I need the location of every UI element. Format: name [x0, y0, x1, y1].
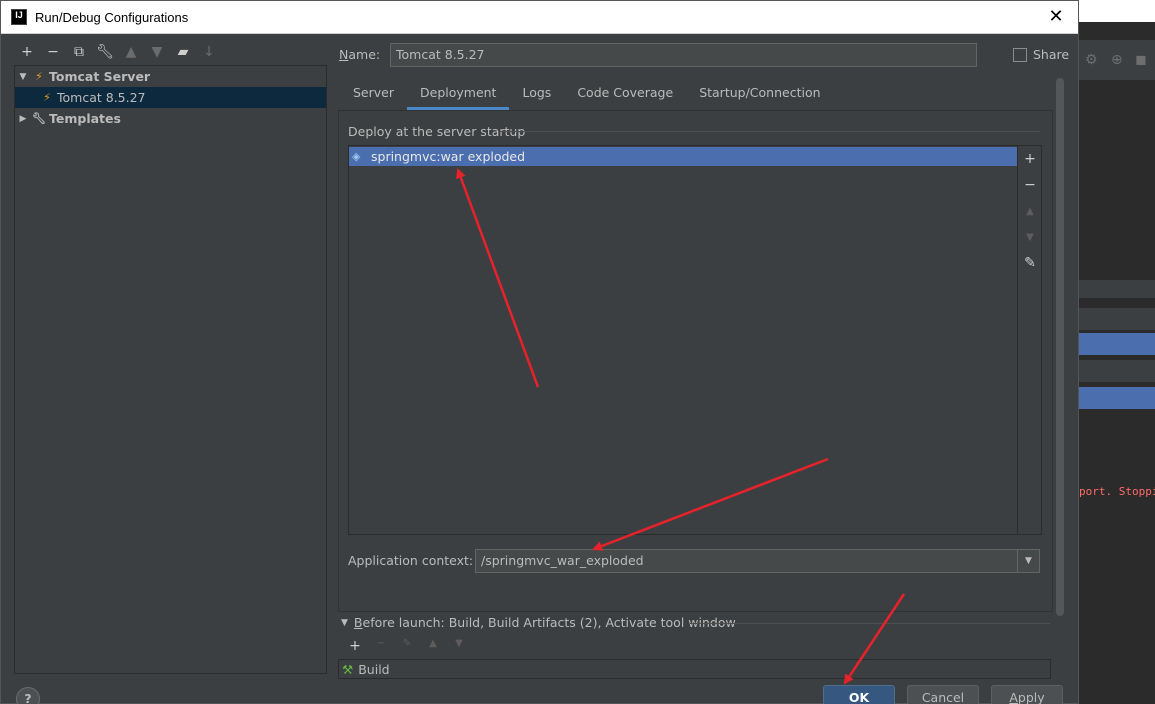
artifact-icon: ◈ — [352, 150, 361, 163]
tree-item-templates[interactable]: ▶ 🔧︎ Templates — [15, 108, 326, 129]
name-input[interactable]: Tomcat 8.5.27 — [390, 43, 977, 67]
background-titlebar — [1079, 0, 1155, 22]
remove-icon[interactable]: − — [368, 638, 394, 654]
group-divider — [500, 131, 1040, 132]
remove-icon[interactable]: − — [40, 44, 66, 60]
before-launch-label: Before launch: Build, Build Artifacts (2… — [353, 615, 736, 630]
stop-icon: ◼ — [1135, 52, 1147, 68]
chevron-down-icon[interactable]: ▼ — [1017, 550, 1039, 572]
move-down-icon[interactable]: ▼ — [1018, 232, 1042, 243]
edit-icon[interactable]: ✎ — [1018, 255, 1042, 271]
config-tabs: Server Deployment Logs Code Coverage Sta… — [340, 80, 834, 110]
wrench-icon[interactable]: 🔧︎ — [92, 44, 118, 60]
close-icon[interactable]: ✕ — [1046, 6, 1066, 27]
tomcat-icon: ⚡ — [35, 70, 43, 83]
apply-button[interactable]: Apply — [991, 685, 1063, 704]
intellij-icon: IJ — [11, 9, 27, 25]
tab-deployment[interactable]: Deployment — [407, 80, 510, 110]
tree-item-label: Tomcat Server — [49, 69, 151, 84]
before-launch-list[interactable]: ⚒ Build — [338, 659, 1051, 679]
tab-code-coverage[interactable]: Code Coverage — [564, 80, 686, 110]
share-checkbox[interactable]: Share — [1013, 47, 1069, 62]
cancel-button[interactable]: Cancel — [907, 685, 979, 704]
config-toolbar: + − ⧉ 🔧︎ ▲ ▼ ▰ ↓ — [14, 42, 222, 62]
tomcat-icon: ⚡ — [43, 91, 51, 104]
tree-item-tomcat-config[interactable]: ⚡ Tomcat 8.5.27 — [15, 87, 326, 108]
remove-icon[interactable]: − — [1018, 177, 1042, 193]
list-item[interactable]: ◈ springmvc:war exploded — [349, 147, 1017, 166]
settings-icon: ⚙ — [1085, 52, 1098, 68]
add-icon[interactable]: + — [14, 44, 40, 60]
tree-item-label: Templates — [49, 111, 121, 126]
move-up-icon[interactable]: ▲ — [420, 638, 446, 654]
background-ide: ⚙ ⊕ ◼ port. Stoppin — [1079, 0, 1155, 704]
dialog-title: Run/Debug Configurations — [35, 9, 189, 25]
add-icon[interactable]: + — [1018, 151, 1042, 167]
tab-startup-connection[interactable]: Startup/Connection — [686, 80, 833, 110]
add-icon[interactable]: + — [342, 638, 368, 654]
background-selection — [1079, 333, 1155, 355]
background-toolbar: ⚙ ⊕ ◼ — [1079, 40, 1155, 80]
tree-item-tomcat-server[interactable]: ▼ ⚡ Tomcat Server — [15, 66, 326, 87]
background-selection — [1079, 387, 1155, 409]
background-band — [1079, 280, 1155, 298]
coverage-icon: ⊕ — [1111, 52, 1123, 68]
group-divider — [690, 623, 1050, 624]
dialog-titlebar: IJ Run/Debug Configurations ✕ — [1, 1, 1078, 34]
before-launch-header[interactable]: ▼ Before launch: Build, Build Artifacts … — [341, 615, 736, 630]
list-item[interactable]: ⚒ Build — [342, 662, 390, 677]
build-icon: ⚒ — [342, 662, 354, 677]
background-band — [1079, 360, 1155, 382]
copy-icon[interactable]: ⧉ — [66, 44, 92, 60]
move-down-icon[interactable]: ▼ — [446, 638, 472, 654]
name-label: Name: — [339, 47, 381, 62]
before-launch-toolbar: + − ✎ ▲ ▼ — [342, 638, 472, 654]
new-folder-icon[interactable]: ▰ — [170, 44, 196, 60]
collapse-arrow-icon[interactable]: ▶ — [15, 114, 31, 124]
tab-logs[interactable]: Logs — [509, 80, 564, 110]
collapse-arrow-icon[interactable]: ▼ — [341, 618, 348, 628]
deploy-list[interactable]: ◈ springmvc:war exploded — [348, 145, 1018, 535]
config-tree: ▼ ⚡ Tomcat Server ⚡ Tomcat 8.5.27 ▶ 🔧︎ T… — [14, 65, 327, 674]
deploy-list-toolbar: + − ▲ ▼ ✎ — [1018, 145, 1042, 535]
background-band — [1079, 308, 1155, 330]
ok-button[interactable]: OK — [823, 685, 895, 704]
share-label: Share — [1033, 47, 1070, 62]
list-item-label: springmvc:war exploded — [371, 149, 526, 164]
sort-icon[interactable]: ↓ — [196, 44, 222, 60]
deploy-group-label: Deploy at the server startup — [348, 124, 526, 139]
expand-arrow-icon[interactable]: ▼ — [15, 72, 31, 82]
console-log-text: port. Stoppin — [1079, 485, 1155, 498]
help-button[interactable]: ? — [16, 687, 40, 704]
tree-item-label: Tomcat 8.5.27 — [57, 90, 146, 105]
application-context-input[interactable]: /springmvc_war_exploded ▼ — [475, 549, 1040, 573]
edit-icon[interactable]: ✎ — [394, 638, 420, 654]
move-up-icon[interactable]: ▲ — [118, 44, 144, 60]
scrollbar[interactable] — [1056, 78, 1064, 616]
application-context-label: Application context: — [348, 553, 474, 568]
move-up-icon[interactable]: ▲ — [1018, 206, 1042, 217]
checkbox-box[interactable] — [1013, 47, 1027, 62]
list-item-label: Build — [358, 662, 390, 677]
application-context-value: /springmvc_war_exploded — [481, 553, 644, 568]
move-down-icon[interactable]: ▼ — [144, 44, 170, 60]
wrench-icon: 🔧︎ — [32, 112, 46, 125]
tab-server[interactable]: Server — [340, 80, 407, 110]
